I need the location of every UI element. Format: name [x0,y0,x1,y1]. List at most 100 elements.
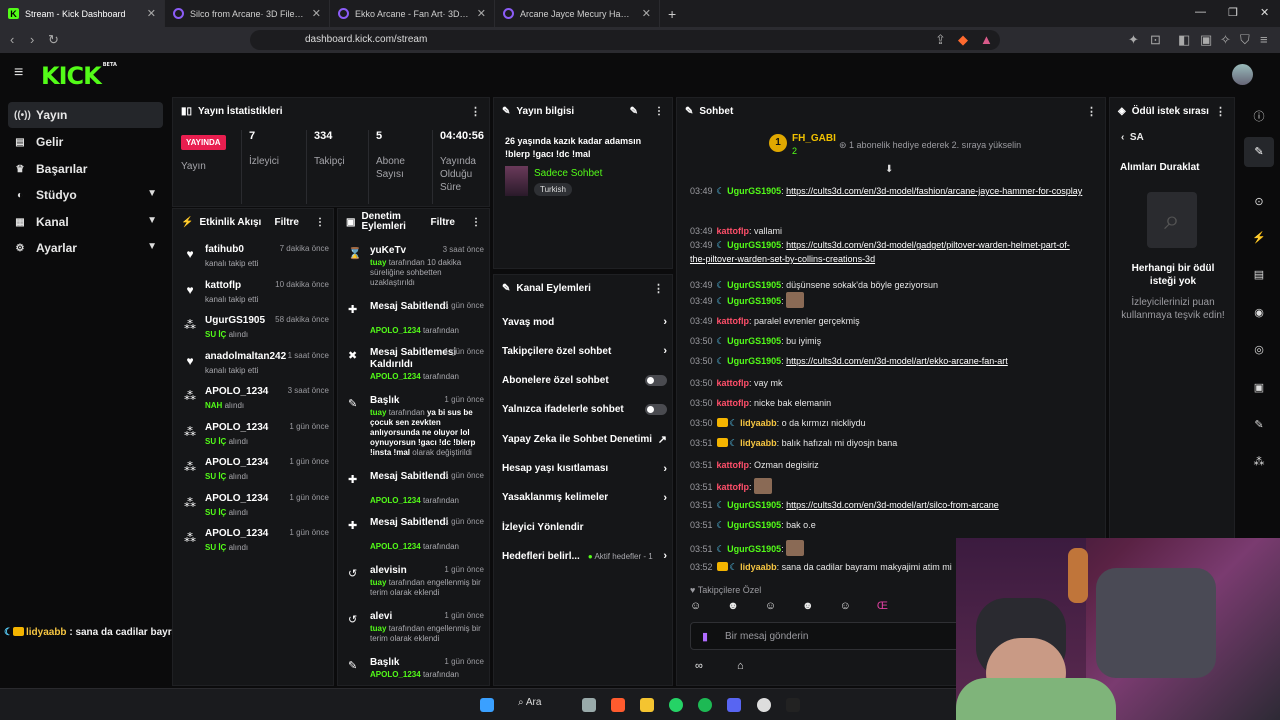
share-icon[interactable]: ⇪ [935,32,946,48]
chat-message[interactable]: 03:50 ☾ UgurGS1905: https://cults3d.com/e… [690,354,1085,368]
toggle-switch[interactable] [645,375,667,387]
back-icon[interactable]: ‹ [10,32,14,47]
minimize-icon[interactable]: — [1195,6,1206,18]
chat-link[interactable]: https://cults3d.com/en/3d-model/art/silc… [786,500,999,510]
more-options-icon[interactable]: ⋮ [654,106,664,117]
chat-username[interactable]: lidyaabb [740,562,777,572]
channel-action-item[interactable]: Yalnızca ifadelerle sohbet [502,399,667,421]
chat-username[interactable]: UgurGS1905 [727,520,781,530]
channel-action-item[interactable]: Yapay Zeka ile Sohbet Denetimi ↗ [502,428,667,450]
channel-action-item[interactable]: Abonelere özel sohbet [502,370,667,392]
chat-link[interactable]: https://cults3d.com/en/3d-model/art/ekko… [786,356,1008,366]
chat-message[interactable]: 03:49 ☾ UgurGS1905: [690,292,1085,308]
chat-username[interactable]: kattoflp [717,378,750,388]
channel-action-item[interactable]: Hedefleri belirl... ● Aktif hedefler - 1 › [502,545,667,567]
spotify-icon[interactable] [698,698,712,712]
whatsapp-icon[interactable] [669,698,683,712]
chat-username[interactable]: lidyaabb [740,418,777,428]
activity-item[interactable]: ⁂ APOLO_1234 SU İÇ alındı 1 gün önce [173,490,335,525]
activity-item[interactable]: ♥ fatihub0 kanalı takip etti 7 dakika önce [173,241,335,276]
hamburger-menu-icon[interactable]: ≡ [14,64,23,82]
camera-icon[interactable]: ⊙ [1252,195,1266,208]
chat-username[interactable]: UgurGS1905 [727,356,781,366]
sidebar-item-yayin[interactable]: ((•)) Yayın [8,102,163,128]
url-field[interactable]: dashboard.kick.com/stream [250,30,1000,50]
more-options-icon[interactable]: ⋮ [471,217,481,228]
chat-username[interactable]: kattoflp [717,482,750,492]
chat-message[interactable]: 03:49 kattoflp: vallami [690,224,1085,238]
category-link[interactable]: Sadece Sohbet [534,168,602,179]
menu-icon[interactable]: ≡ [1260,32,1268,47]
sidebar-item-basarilar[interactable]: ♛ Başarılar [8,156,163,182]
emote-icon[interactable]: ☺ [690,600,701,618]
activity-item[interactable]: ♥ kattoflp kanalı takip etti 10 dakika önce [173,277,335,312]
leo-icon[interactable]: ✧ [1220,32,1231,48]
chat-message[interactable]: 03:49 ☾ UgurGS1905: https://cults3d.com/e… [690,184,1085,198]
emote-icon[interactable]: ☺ [765,600,776,618]
chat-username[interactable]: kattoflp [717,460,750,470]
activity-item[interactable]: ⁂ APOLO_1234 NAH alındı 3 saat önce [173,383,335,418]
chat-message[interactable]: 03:49 ☾ UgurGS1905: düşünsene sokak'da bö… [690,278,1085,292]
brave-shield-icon[interactable]: ◆ [958,32,968,48]
info-icon[interactable]: ⓘ [1252,108,1266,124]
file-explorer-icon[interactable] [640,698,654,712]
stats-icon[interactable]: ▤ [1252,268,1266,281]
chat-message[interactable]: 03:50 kattoflp: vay mk [690,376,1085,390]
activity-item[interactable]: ♥ anadolmaltan242 kanalı takip etti 1 saat … [173,348,335,383]
chat-message[interactable]: 03:51 ☾ lidyaabb: balık hafızalı mi diyos… [690,436,1085,450]
chat-message[interactable]: 03:51 kattoflp: Ozman degisiriz [690,458,1085,472]
chat-message[interactable]: 03:51 ☾ UgurGS1905: https://cults3d.com/e… [690,498,1085,512]
emote-icon[interactable]: ☻ [802,600,814,618]
back-button[interactable]: ‹ SA [1121,132,1144,143]
close-window-icon[interactable]: ✕ [1260,6,1269,19]
chat-input[interactable]: ▮ Bir mesaj gönderin [690,622,980,650]
microphone-icon[interactable]: ▮ [702,630,708,643]
browser-tab[interactable]: Silco from Arcane· 3D File for 3D ✕ [165,0,330,27]
filter-button[interactable]: Filtre [275,217,299,228]
reload-icon[interactable]: ↻ [48,32,59,48]
emote-icon[interactable]: Œ [877,600,888,618]
obs-icon[interactable] [757,698,771,712]
chat-message[interactable]: 03:49 ☾ UgurGS1905: https://cults3d.com/e… [690,238,1085,266]
browser-tab[interactable]: Ekko Arcane - Fan Art· 3D File fo ✕ [330,0,495,27]
emote-icon[interactable]: ☻ [727,600,739,618]
sidebar-item-ayarlar[interactable]: ⚙ Ayarlar ▼ [8,235,163,261]
activity-item[interactable]: ⁂ APOLO_1234 SU İÇ alındı 1 gün önce [173,419,335,454]
forward-icon[interactable]: › [30,32,34,47]
chat-username[interactable]: UgurGS1905 [727,336,781,346]
store-icon[interactable]: ⌂ [737,660,744,672]
chat-username[interactable]: UgurGS1905 [727,500,781,510]
channel-action-item[interactable]: Hesap yaşı kısıtlaması › [502,458,667,480]
wrench-icon[interactable]: ✎ [1252,418,1266,431]
more-options-icon[interactable]: ⋮ [470,105,481,118]
vpn-icon[interactable]: ⛉ [1240,32,1250,48]
edit-icon[interactable]: ✎ [630,106,638,117]
more-options-icon[interactable]: ⋮ [653,282,664,295]
new-tab-icon[interactable]: + [668,6,676,22]
activity-item[interactable]: ⁂ APOLO_1234 SU İÇ alındı 1 gün önce [173,454,335,489]
activity-item[interactable]: ⁂ UgurGS1905 SU İÇ alındı 58 dakika önce [173,312,335,347]
discord-icon[interactable] [727,698,741,712]
toggle-switch[interactable] [645,404,667,416]
channel-action-item[interactable]: Yasaklanmış kelimeler › [502,487,667,509]
wallet-icon[interactable]: ▣ [1200,32,1212,48]
sidebar-toggle-icon[interactable]: ◧ [1178,32,1190,48]
close-icon[interactable]: ✕ [642,7,651,20]
chat-message[interactable]: 03:49 kattoflp: paralel evrenler gerçekmi… [690,314,1085,328]
browser-tab[interactable]: Arcane Jayce Mecury Hammer fo ✕ [495,0,660,27]
more-options-icon[interactable]: ⋮ [1215,105,1226,118]
close-icon[interactable]: ✕ [147,7,156,20]
chat-username[interactable]: kattoflp [717,226,750,236]
chat-message[interactable]: 03:50 ☾ lidyaabb: o da kırmızı nickliydu [690,416,1085,430]
channel-action-item[interactable]: Yavaş mod › [502,311,667,333]
moderation-icon[interactable]: ▣ [1252,381,1266,394]
chat-icon[interactable]: ◉ [1252,306,1266,319]
kick-points-icon[interactable]: ⁂ [1252,455,1266,468]
close-icon[interactable]: ✕ [312,7,321,20]
maximize-icon[interactable]: ❐ [1228,6,1238,19]
chat-username[interactable]: UgurGS1905 [727,186,781,196]
extensions-icon[interactable]: ✦ [1128,32,1139,48]
chat-username[interactable]: UgurGS1905 [727,280,781,290]
emote-icon[interactable]: ☺ [840,600,851,618]
chat-username[interactable]: lidyaabb [740,438,777,448]
